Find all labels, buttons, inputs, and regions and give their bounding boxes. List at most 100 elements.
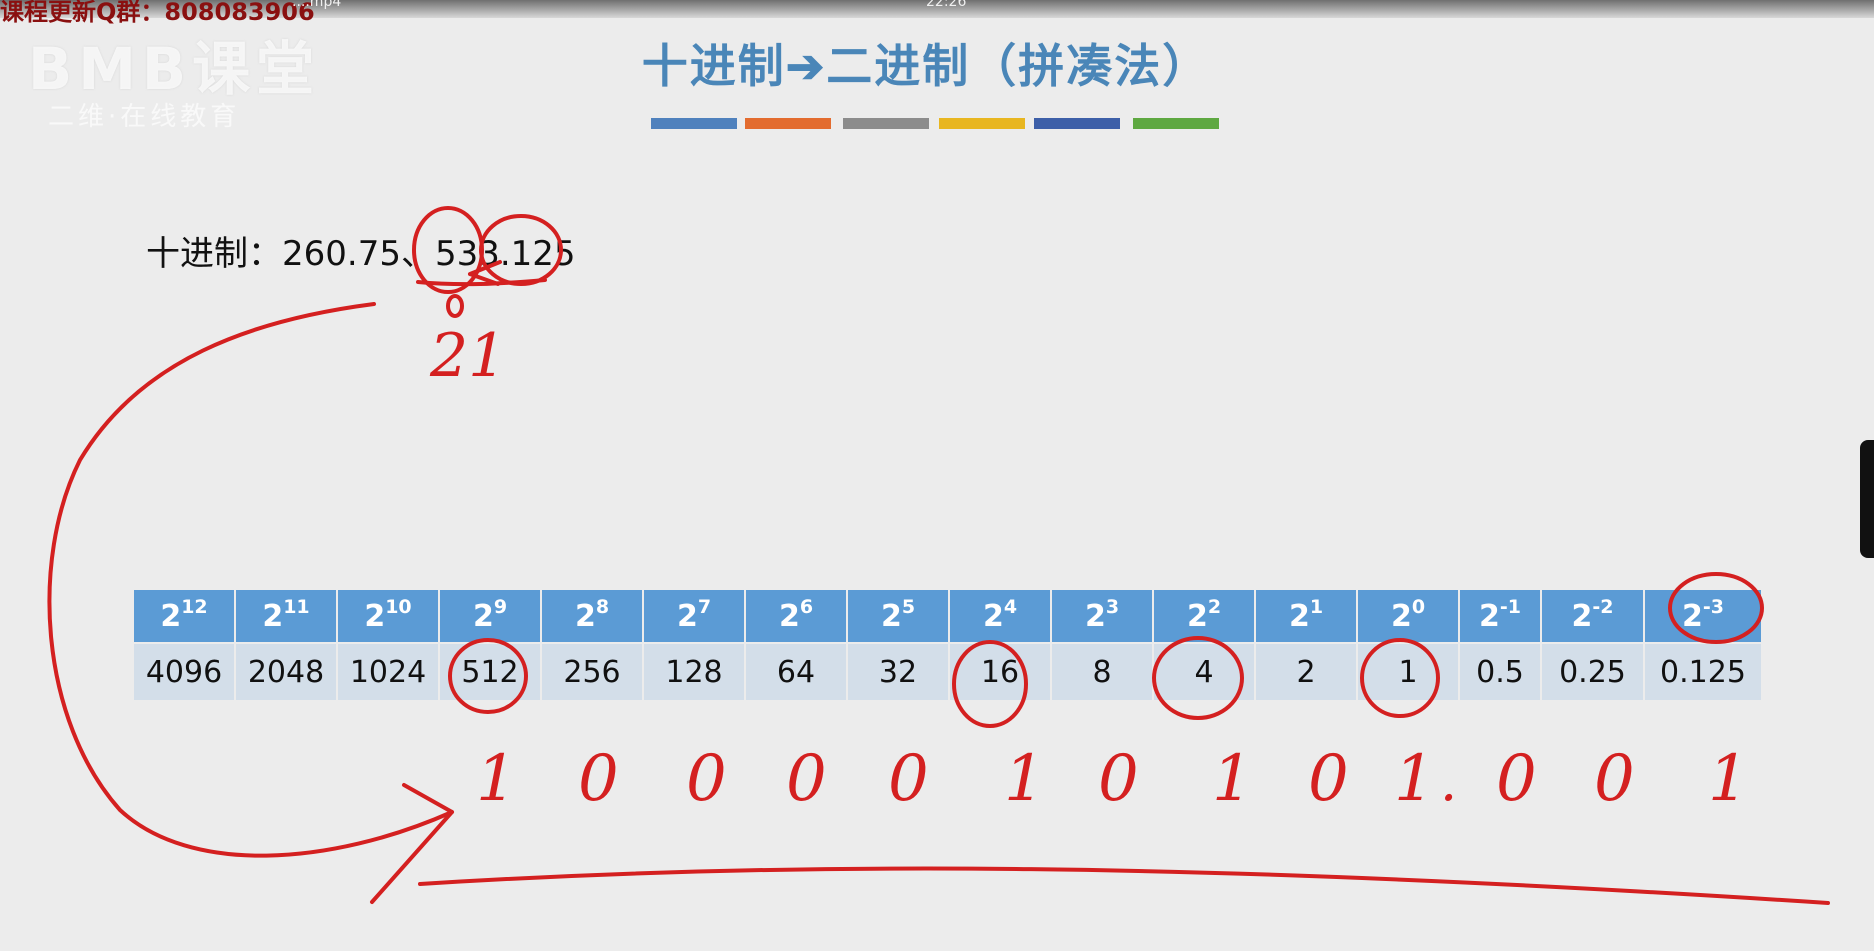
ink-binary-digit: 0	[1496, 742, 1537, 816]
powers-of-two-table: 212 211 210 29 28 27 26 25 24 23 22 21 20 2-1 2-2 2-3 4…	[132, 588, 1763, 702]
power-base: 2	[262, 599, 284, 634]
ink-big-arrow-head	[370, 783, 454, 904]
power-header-cell: 22	[1152, 588, 1256, 644]
accent-bar	[1034, 118, 1120, 129]
ink-binary-digit: 0	[1594, 742, 1635, 816]
power-value-cell: 1	[1356, 642, 1460, 702]
power-value-cell: 256	[540, 642, 644, 702]
power-header-cell: 23	[1050, 588, 1154, 644]
power-value-cell: 8	[1050, 642, 1154, 702]
power-value-cell: 4	[1152, 642, 1256, 702]
ink-binary-digit: 1	[1004, 742, 1045, 816]
power-value-cell: 2048	[234, 642, 338, 702]
power-base: 2	[778, 599, 800, 634]
video-top-bar: 课程更新Q群：808083906 ....mp4 22:26	[0, 0, 1874, 26]
accent-bar	[939, 118, 1025, 129]
ink-binary-digit: 0	[1308, 742, 1349, 816]
ink-result-underline	[418, 866, 1830, 905]
slide-title: 十进制➔二进制（拼凑法）	[641, 39, 1211, 93]
ink-binary-digit: 1	[476, 742, 517, 816]
watermark-subtitle: 二维·在线教育	[48, 102, 241, 132]
power-value-cell: 0.25	[1540, 642, 1645, 702]
ink-binary-digit: .	[1440, 750, 1457, 813]
power-header-cell: 26	[744, 588, 848, 644]
power-header-cell: 25	[846, 588, 950, 644]
ink-binary-digit: 0	[686, 742, 727, 816]
power-base: 2	[1390, 599, 1412, 634]
decimal-example-line: 十进制：260.75、533.125	[146, 226, 576, 275]
ink-remainder-note: 21	[429, 321, 506, 391]
power-base: 2	[1084, 599, 1106, 634]
power-base: 2	[982, 599, 1004, 634]
power-base: 2	[1479, 599, 1500, 634]
side-panel-handle[interactable]	[1860, 440, 1874, 558]
power-header-cell: 27	[642, 588, 746, 644]
power-exponent: 5	[901, 596, 916, 618]
power-header-cell: 2-2	[1540, 588, 1645, 644]
powers-value-row: 4096 2048 1024 512 256 128 64 32 16 8 4 2 1 0.5 0.25 0.…	[132, 642, 1763, 702]
accent-bar	[745, 118, 831, 129]
video-file-name: ....mp4	[292, 0, 342, 10]
power-base: 2	[1186, 599, 1208, 634]
power-base: 2	[160, 599, 182, 634]
power-base: 2	[364, 599, 386, 634]
ink-binary-digit: 1	[1394, 742, 1435, 816]
ink-binary-digit: 0	[888, 742, 929, 816]
power-value-cell: 32	[846, 642, 950, 702]
accent-bar	[651, 118, 737, 129]
power-value-cell: 4096	[132, 642, 236, 702]
ink-binary-digit: 0	[786, 742, 827, 816]
power-exponent: 10	[385, 596, 412, 618]
power-base: 2	[574, 599, 596, 634]
power-header-cell: 2-1	[1458, 588, 1542, 644]
decimal-label: 十进制：	[146, 234, 282, 274]
accent-bar	[843, 118, 929, 129]
power-exponent: 6	[799, 596, 814, 618]
power-value-cell: 64	[744, 642, 848, 702]
power-value-cell: 0.125	[1643, 642, 1763, 702]
power-value-cell: 2	[1254, 642, 1358, 702]
power-base: 2	[880, 599, 902, 634]
power-exponent: 2	[1207, 596, 1222, 618]
handwritten-annotations: 211 0 0 0 0 1 0 1 0 1. 0 0 1	[47, 206, 1830, 905]
ink-binary-digit: 1	[1708, 742, 1749, 816]
ink-binary-digit: 0	[578, 742, 619, 816]
power-exponent: -2	[1592, 596, 1614, 618]
powers-header-row: 212 211 210 29 28 27 26 25 24 23 22 21 20 2-1 2-2 2-3	[132, 588, 1763, 644]
power-header-cell: 20	[1356, 588, 1460, 644]
power-value-cell: 128	[642, 642, 746, 702]
power-value-cell: 0.5	[1458, 642, 1542, 702]
power-exponent: 12	[181, 596, 208, 618]
power-base: 2	[472, 599, 494, 634]
power-exponent: 9	[493, 596, 508, 618]
power-header-cell: 2-3	[1643, 588, 1763, 644]
power-exponent: 8	[595, 596, 610, 618]
power-base: 2	[1682, 599, 1703, 634]
power-header-cell: 210	[336, 588, 440, 644]
decimal-values: 260.75、533.125	[282, 234, 576, 274]
power-header-cell: 212	[132, 588, 236, 644]
ink-small-loop	[446, 294, 464, 318]
power-base: 2	[1288, 599, 1310, 634]
power-header-cell: 24	[948, 588, 1052, 644]
power-header-cell: 29	[438, 588, 542, 644]
power-base: 2	[1571, 599, 1593, 634]
power-value-cell: 16	[948, 642, 1052, 702]
power-value-cell: 1024	[336, 642, 440, 702]
ink-binary-digit: 0	[1098, 742, 1139, 816]
power-header-cell: 21	[1254, 588, 1358, 644]
power-exponent: 11	[283, 596, 310, 618]
power-exponent: -1	[1499, 596, 1521, 618]
video-clock: 22:26	[926, 0, 967, 10]
ink-binary-digit: 1	[1212, 742, 1253, 816]
power-header-cell: 211	[234, 588, 338, 644]
power-exponent: 4	[1003, 596, 1018, 618]
power-header-cell: 28	[540, 588, 644, 644]
power-exponent: 0	[1411, 596, 1426, 618]
power-value-cell: 512	[438, 642, 542, 702]
slide: 课程更新Q群：808083906 ....mp4 22:26 BMB课堂 二维·…	[0, 0, 1874, 951]
power-exponent: 7	[697, 596, 712, 618]
power-exponent: 3	[1105, 596, 1120, 618]
power-exponent: 1	[1309, 596, 1324, 618]
power-exponent: -3	[1702, 596, 1724, 618]
